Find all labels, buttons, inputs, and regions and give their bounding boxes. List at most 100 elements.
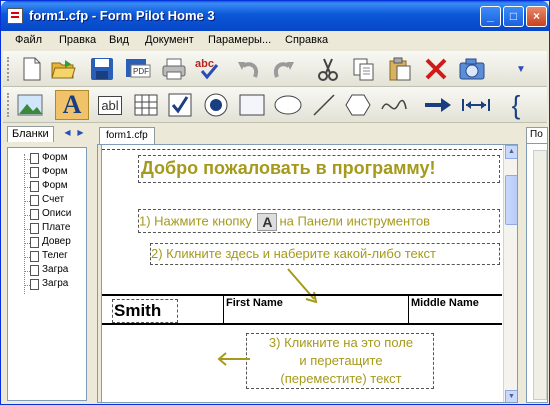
toolbar-grip-2[interactable]: [7, 93, 10, 117]
toolbar-overflow-icon[interactable]: ▼: [511, 55, 531, 83]
menu-file[interactable]: Файл: [15, 34, 42, 46]
textfield-glyph: abl: [98, 95, 122, 115]
step1-field[interactable]: 1) Нажмите кнопку Aна Панели инструменто…: [138, 209, 500, 233]
print-icon[interactable]: [159, 55, 189, 83]
tab-properties[interactable]: По: [526, 127, 548, 143]
spellcheck-label: abc: [195, 58, 214, 70]
tree-item[interactable]: Форм: [8, 166, 86, 180]
document-icon: [30, 251, 39, 262]
tree-item[interactable]: Плате: [8, 222, 86, 236]
camera-icon[interactable]: [457, 55, 487, 83]
title-bar[interactable]: form1.cfp - Form Pilot Home 3 _ □ ×: [1, 1, 549, 31]
app-window: form1.cfp - Form Pilot Home 3 _ □ × Файл…: [0, 0, 550, 405]
redo-icon[interactable]: [269, 55, 299, 83]
dimension-tool-icon[interactable]: [461, 91, 491, 119]
left-ruler: [98, 145, 102, 402]
tree-item[interactable]: Счет: [8, 194, 86, 208]
step3-line-3: (переместите) текст: [280, 371, 402, 386]
tree-item[interactable]: Форм: [8, 180, 86, 194]
heading-field[interactable]: Добро пожаловать в программу!: [138, 155, 500, 183]
delete-icon[interactable]: [421, 55, 451, 83]
copy-icon[interactable]: [349, 55, 379, 83]
document-icon: [30, 209, 39, 220]
curve-tool-icon[interactable]: [379, 91, 409, 119]
tree-item[interactable]: Довер: [8, 236, 86, 250]
tree-item[interactable]: Форм: [8, 152, 86, 166]
document-icon: [30, 265, 39, 276]
table-tool-icon[interactable]: [131, 91, 161, 119]
tab-blanki[interactable]: Бланки: [7, 126, 54, 142]
maximize-button[interactable]: □: [503, 6, 524, 27]
document-icon: [30, 195, 39, 206]
text-tool-icon[interactable]: A: [55, 90, 89, 120]
step1-text-after: на Панели инструментов: [279, 213, 431, 229]
checkbox-tool-icon[interactable]: [165, 91, 195, 119]
line-tool-icon[interactable]: [309, 91, 339, 119]
scroll-thumb[interactable]: [505, 175, 517, 225]
arrow-tool-icon[interactable]: [423, 91, 453, 119]
step2-text: 2) Кликните здесь и наберите какой-либо …: [151, 246, 437, 261]
document-area: form1.cfp Добро пожаловать в программу! …: [95, 125, 520, 403]
polygon-tool-icon[interactable]: [343, 91, 373, 119]
new-document-icon[interactable]: [17, 55, 47, 83]
text-tool-glyph: A: [62, 90, 82, 119]
forms-panel: Бланки ◀ ▶ Форм Форм Форм Счет Описи Пла…: [3, 125, 91, 403]
toolbar-grip[interactable]: [7, 57, 10, 81]
pdf-label: PDF: [133, 67, 149, 76]
tab-scroll-right-icon[interactable]: ▶: [74, 127, 87, 140]
tab-scroll-left-icon[interactable]: ◀: [61, 127, 74, 140]
table-divider: [223, 294, 224, 324]
menu-settings[interactable]: Парамеры...: [208, 34, 271, 46]
cut-icon[interactable]: [313, 55, 343, 83]
image-tool-icon[interactable]: [15, 91, 45, 119]
document-icon: [30, 153, 39, 164]
forms-tree[interactable]: Форм Форм Форм Счет Описи Плате Довер Те…: [7, 147, 87, 401]
save-icon[interactable]: [87, 55, 117, 83]
scroll-down-icon[interactable]: ▼: [505, 390, 517, 402]
window-title: form1.cfp - Form Pilot Home 3: [29, 8, 215, 23]
close-button[interactable]: ×: [526, 6, 547, 27]
properties-body: [526, 143, 548, 403]
pdf-export-icon[interactable]: PDF: [123, 55, 153, 83]
minimize-button[interactable]: _: [480, 6, 501, 27]
welcome-heading: Добро пожаловать в программу!: [141, 158, 436, 178]
tree-item[interactable]: Телег: [8, 250, 86, 264]
document-icon: [30, 237, 39, 248]
menu-document[interactable]: Документ: [145, 34, 194, 46]
tree-item[interactable]: Описи: [8, 208, 86, 222]
step1-text: 1) Нажмите кнопку: [139, 213, 252, 229]
textfield-tool-icon[interactable]: abl: [95, 91, 125, 119]
ellipse-tool-icon[interactable]: [273, 91, 303, 119]
brace-tool-icon[interactable]: {: [501, 90, 531, 120]
step3-field[interactable]: 3) Кликните на это поле и перетащите (пе…: [246, 333, 434, 389]
form-canvas[interactable]: Добро пожаловать в программу! 1) Нажмите…: [97, 144, 518, 403]
menu-edit[interactable]: Правка: [59, 34, 96, 46]
document-icon: [30, 167, 39, 178]
step3-arrow-icon: [217, 352, 250, 366]
menu-help[interactable]: Справка: [285, 34, 328, 46]
paste-icon[interactable]: [385, 55, 415, 83]
name-field-value: Smith: [114, 301, 162, 320]
name-field[interactable]: Smith: [112, 299, 178, 323]
spellcheck-icon[interactable]: abc: [193, 55, 223, 83]
scroll-up-icon[interactable]: ▲: [505, 145, 517, 159]
step3-line-2: и перетащите: [299, 353, 383, 368]
menu-view[interactable]: Вид: [109, 34, 129, 46]
forms-panel-tabs: Бланки ◀ ▶: [3, 125, 91, 142]
rectangle-tool-icon[interactable]: [237, 91, 267, 119]
document-icon: [30, 223, 39, 234]
text-tool-inline-icon: A: [257, 213, 278, 231]
vertical-scrollbar[interactable]: ▲ ▼: [503, 145, 517, 402]
table-divider: [408, 294, 409, 324]
open-folder-icon[interactable]: [49, 55, 79, 83]
properties-panel: По: [522, 125, 549, 403]
undo-icon[interactable]: [233, 55, 263, 83]
tree-item[interactable]: Загра: [8, 264, 86, 278]
drawing-toolbar: A abl {: [3, 87, 547, 123]
tab-form1[interactable]: form1.cfp: [99, 127, 155, 144]
radio-tool-icon[interactable]: [201, 91, 231, 119]
document-icon: [30, 279, 39, 290]
tree-item[interactable]: Загра: [8, 278, 86, 292]
step2-field[interactable]: 2) Кликните здесь и наберите какой-либо …: [150, 243, 500, 265]
table-bottom-border: [102, 323, 502, 325]
